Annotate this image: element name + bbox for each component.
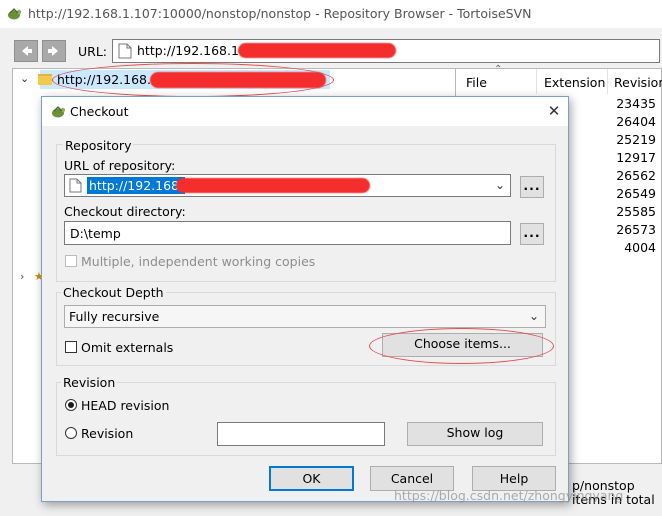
head-revision-label: HEAD revision [81,398,170,413]
annotation-ellipse-tree [52,63,334,97]
checkout-directory-input[interactable]: D:\temp [64,221,511,245]
chevron-down-icon[interactable]: ⌄ [495,178,505,192]
annotation-ellipse-choose [369,328,554,364]
checkout-directory-value: D:\temp [70,226,121,241]
url-label: URL: [78,44,108,59]
chevron-down-icon[interactable]: ⌄ [20,72,29,85]
specific-revision-radio[interactable] [65,427,77,439]
column-header-file[interactable]: File [466,75,487,90]
revision-cell: 26549 [616,186,656,201]
column-header-revision[interactable]: Revision [614,75,662,90]
tortoisesvn-icon [50,104,66,123]
revision-cell: 23435 [616,96,656,111]
checkout-depth-select[interactable]: Fully recursive ⌄ [64,305,546,328]
revision-cell: 4004 [624,240,656,255]
revision-group-label: Revision [61,375,118,390]
checkout-directory-label: Checkout directory: [64,204,186,219]
folder-icon [38,74,52,85]
head-revision-radio[interactable] [65,399,77,411]
specific-revision-label: Revision [81,426,134,441]
window-titlebar: http://192.168.1.107:10000/nonstop/nonst… [0,0,662,28]
dialog-title: Checkout [70,104,129,119]
url-of-repository-label: URL of repository: [64,158,176,173]
ok-button[interactable]: OK [269,466,354,491]
arrow-left-icon [22,46,32,56]
chevron-right-icon[interactable]: › [20,270,24,283]
omit-externals-checkbox[interactable] [65,341,77,353]
browse-directory-button[interactable]: ... [520,223,544,245]
revision-cell: 25585 [616,204,656,219]
column-separator [536,69,537,94]
column-header-extension[interactable]: Extension [544,75,605,90]
arrow-right-icon [48,46,58,56]
omit-externals-label: Omit externals [81,340,174,355]
column-separator [607,69,608,94]
multiple-working-copies-checkbox[interactable] [65,255,77,267]
back-button[interactable] [14,40,38,62]
checkout-depth-group-label: Checkout Depth [61,285,166,300]
repository-url-value: http://192.168. [87,177,185,194]
show-log-button[interactable]: Show log [407,422,543,446]
dialog-titlebar: Checkout [42,97,568,126]
revision-cell: 26562 [616,168,656,183]
tortoisesvn-icon [6,6,22,22]
browse-repository-button[interactable]: ... [520,176,544,198]
sort-ascending-icon: ⌃ [494,64,503,75]
multiple-working-copies-label: Multiple, independent working copies [81,254,316,269]
watermark: https://blog.csdn.net/zhongyingyang [394,488,624,503]
window-title: http://192.168.1.107:10000/nonstop/nonst… [28,6,532,21]
repository-url-redaction [176,178,370,193]
document-icon [118,43,132,62]
revision-cell: 26404 [616,114,656,129]
revision-number-input[interactable] [217,422,385,446]
revision-cell: 26573 [616,222,656,237]
revision-cell: 25219 [616,132,656,147]
url-redaction [238,43,396,58]
forward-button[interactable] [42,40,66,62]
checkout-depth-value: Fully recursive [69,309,160,324]
url-input-text: http://192.168.1. [137,43,243,58]
document-icon [69,178,82,196]
revision-cell: 12917 [616,150,656,165]
repository-group-label: Repository [63,138,134,153]
close-icon[interactable]: ✕ [540,98,568,124]
chevron-down-icon[interactable]: ⌄ [529,309,539,323]
